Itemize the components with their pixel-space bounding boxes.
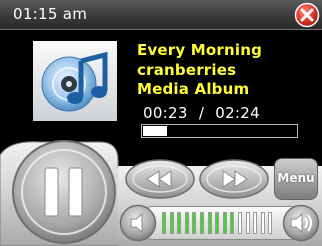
volume-down-button[interactable] <box>119 204 157 242</box>
volume-bar <box>169 212 174 234</box>
volume-level-meter[interactable] <box>162 212 278 234</box>
volume-bar <box>238 212 242 234</box>
volume-bar <box>222 212 227 234</box>
fast-forward-button[interactable] <box>198 158 270 200</box>
volume-bar <box>230 212 235 234</box>
volume-bar <box>253 212 258 234</box>
volume-bar <box>184 212 189 234</box>
volume-bar <box>215 212 220 234</box>
volume-bar <box>260 212 265 234</box>
volume-bar <box>162 212 166 234</box>
menu-button-label: Menu <box>277 171 315 185</box>
volume-bar <box>268 212 273 234</box>
volume-bar <box>177 212 182 234</box>
volume-bar <box>192 212 197 234</box>
volume-up-button[interactable] <box>282 204 320 242</box>
rewind-button[interactable] <box>124 158 196 200</box>
menu-button[interactable]: Menu <box>274 158 318 200</box>
volume-bar <box>200 212 204 234</box>
volume-bar <box>245 212 250 234</box>
volume-bar <box>207 212 212 234</box>
media-player-window: 01:15 am Every Morning cranberries Media… <box>0 0 322 246</box>
pause-button[interactable] <box>4 138 122 246</box>
